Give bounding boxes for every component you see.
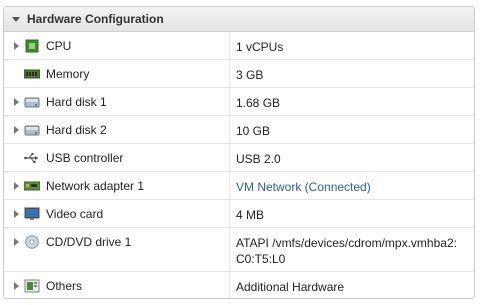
row-label-cell: Network adapter 1 (4, 172, 230, 199)
row-label-cell: Others (4, 272, 230, 298)
row-others[interactable]: Others Additional Hardware (4, 272, 474, 298)
no-expander (14, 67, 24, 81)
row-label: CPU (46, 39, 72, 53)
panel-header[interactable]: Hardware Configuration (4, 7, 474, 32)
memory-icon (24, 67, 40, 81)
monitor-icon (24, 207, 40, 221)
no-expander (14, 151, 24, 165)
row-label-cell: Video card (4, 200, 230, 227)
row-label: CD/DVD drive 1 (46, 235, 132, 249)
value-line: ATAPI /vmfs/devices/cdrom/mpx.vmhba2: (236, 236, 457, 250)
expand-arrow-icon[interactable] (14, 235, 24, 249)
row-memory[interactable]: Memory 3 GB (4, 60, 474, 88)
row-value: USB 2.0 (236, 152, 281, 166)
row-label-cell: USB controller (4, 144, 230, 171)
expand-arrow-icon[interactable] (14, 39, 24, 53)
row-label: Hard disk 1 (46, 95, 107, 109)
network-link[interactable]: VM Network (Connected) (230, 172, 474, 199)
row-label-cell: CD/DVD drive 1 (4, 228, 230, 271)
others-icon (24, 279, 40, 293)
row-hard-disk-1[interactable]: Hard disk 1 1.68 GB (4, 88, 474, 116)
row-video-card[interactable]: Video card 4 MB (4, 200, 474, 228)
value-line: C0:T5:L0 (236, 252, 286, 266)
expand-arrow-icon[interactable] (14, 207, 24, 221)
hard-disk-icon (24, 95, 40, 109)
row-label-cell: Hard disk 2 (4, 116, 230, 143)
row-cpu[interactable]: CPU 1 vCPUs (4, 32, 474, 60)
row-label-cell: Memory (4, 60, 230, 87)
expand-arrow-icon[interactable] (14, 95, 24, 109)
row-network-adapter-1[interactable]: Network adapter 1 VM Network (Connected) (4, 172, 474, 200)
expand-arrow-icon[interactable] (14, 123, 24, 137)
row-value: Additional Hardware (236, 280, 345, 294)
row-label-cell: CPU (4, 32, 230, 59)
expand-arrow-icon[interactable] (14, 279, 24, 293)
row-value: 10 GB (236, 124, 271, 138)
row-label: Others (46, 279, 83, 293)
row-label: Video card (46, 207, 104, 221)
row-label-cell: Hard disk 1 (4, 88, 230, 115)
row-value: ATAPI /vmfs/devices/cdrom/mpx.vmhba2: C0… (230, 228, 474, 271)
usb-icon (24, 151, 40, 165)
row-value: 4 MB (236, 208, 265, 222)
row-label: Network adapter 1 (46, 179, 145, 193)
expand-arrow-icon[interactable] (14, 179, 24, 193)
panel-title: Hardware Configuration (27, 12, 164, 26)
hardware-configuration-panel: Hardware Configuration CPU 1 vCPUs Memor… (3, 6, 475, 299)
row-value: 1.68 GB (236, 96, 281, 110)
row-cd-dvd-drive-1[interactable]: CD/DVD drive 1 ATAPI /vmfs/devices/cdrom… (4, 228, 474, 272)
row-value: 3 GB (236, 68, 264, 82)
row-value: 1 vCPUs (236, 40, 284, 54)
row-label: USB controller (46, 151, 124, 165)
row-hard-disk-2[interactable]: Hard disk 2 10 GB (4, 116, 474, 144)
network-adapter-icon (24, 179, 40, 193)
row-usb-controller[interactable]: USB controller USB 2.0 (4, 144, 474, 172)
cd-dvd-icon (24, 235, 40, 249)
row-label: Hard disk 2 (46, 123, 107, 137)
collapse-caret-icon[interactable] (12, 16, 20, 22)
hard-disk-icon (24, 123, 40, 137)
cpu-icon (24, 39, 40, 53)
row-label: Memory (46, 67, 90, 81)
